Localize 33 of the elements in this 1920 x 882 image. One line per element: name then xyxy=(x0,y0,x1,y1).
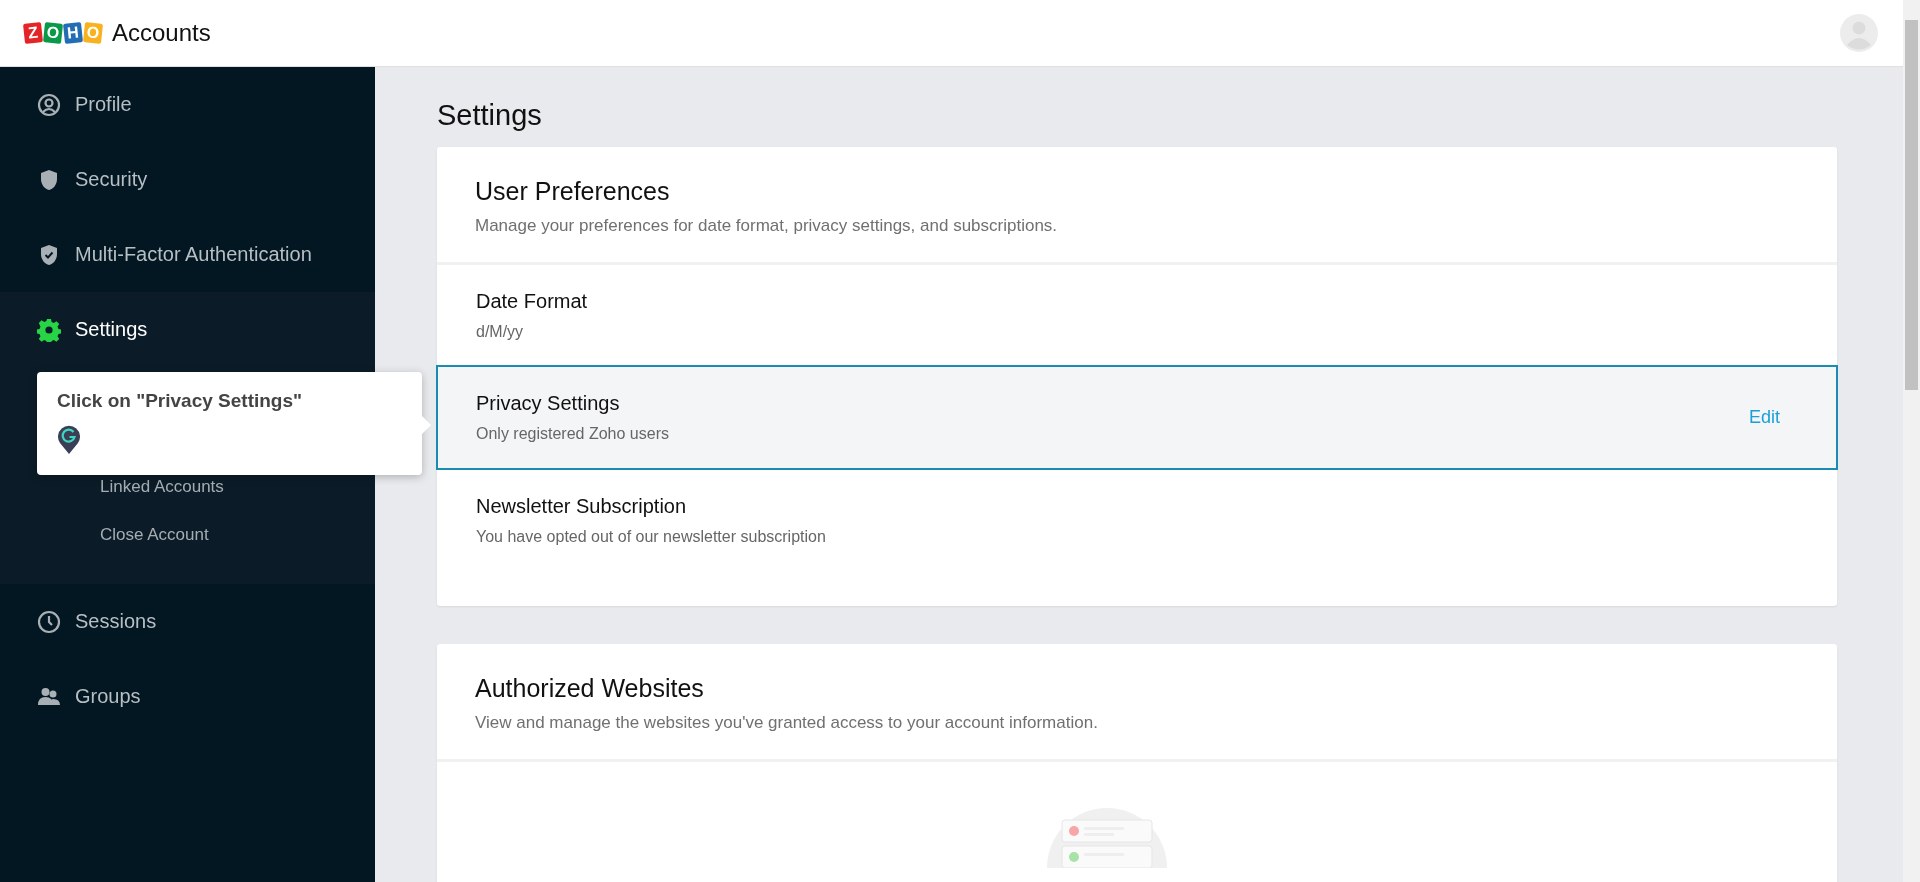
clock-icon xyxy=(37,609,61,634)
sidebar-item[interactable]: Sessions xyxy=(0,584,375,659)
setting-title: Privacy Settings xyxy=(476,392,621,415)
card-description: Manage your preferences for date format, privacy settings, and subscriptions. xyxy=(475,216,1059,236)
setting-title: Newsletter Subscription xyxy=(476,494,688,518)
map-pin-icon xyxy=(57,424,81,454)
card-description: View and manage the websites you've granted access to your account information. xyxy=(475,713,1099,733)
logo-letter: Z xyxy=(23,22,43,44)
settings-row[interactable]: Privacy Settings Only registered Zoho users Edit xyxy=(436,365,1838,470)
sidebar-item[interactable]: Profile xyxy=(0,67,375,142)
card-title: Authorized Websites xyxy=(475,674,705,703)
sidebar-item[interactable]: Settings xyxy=(0,292,375,367)
settings-row[interactable]: Date Format d/M/yy xyxy=(436,265,1838,365)
page-title: Settings xyxy=(437,99,543,132)
app-name: Accounts xyxy=(112,19,211,47)
settings-icon xyxy=(37,317,61,342)
sidebar-subitem[interactable]: Close Account xyxy=(0,511,375,559)
logo-letter: O xyxy=(83,22,103,44)
setting-value: You have opted out of our newsletter subscription xyxy=(476,527,826,546)
scrollbar[interactable] xyxy=(1903,0,1920,882)
logo-letter: O xyxy=(43,22,63,44)
setting-value: d/M/yy xyxy=(476,322,525,341)
avatar-icon[interactable] xyxy=(1840,14,1878,52)
sidebar-item[interactable]: Groups xyxy=(0,659,375,734)
logo-letter: H xyxy=(63,22,83,44)
sidebar-item[interactable]: Multi-Factor Authentication xyxy=(0,217,375,292)
sidebar-item[interactable]: Security xyxy=(0,142,375,217)
user-circle-icon xyxy=(37,92,61,117)
card-title: User Preferences xyxy=(475,177,671,206)
settings-row[interactable]: Newsletter Subscription You have opted out of our newsletter subscription xyxy=(436,470,1838,570)
setting-value: Only registered Zoho users xyxy=(476,425,669,443)
setting-title: Date Format xyxy=(476,289,588,313)
tooltip-text: Click on "Privacy Settings" xyxy=(57,390,304,412)
